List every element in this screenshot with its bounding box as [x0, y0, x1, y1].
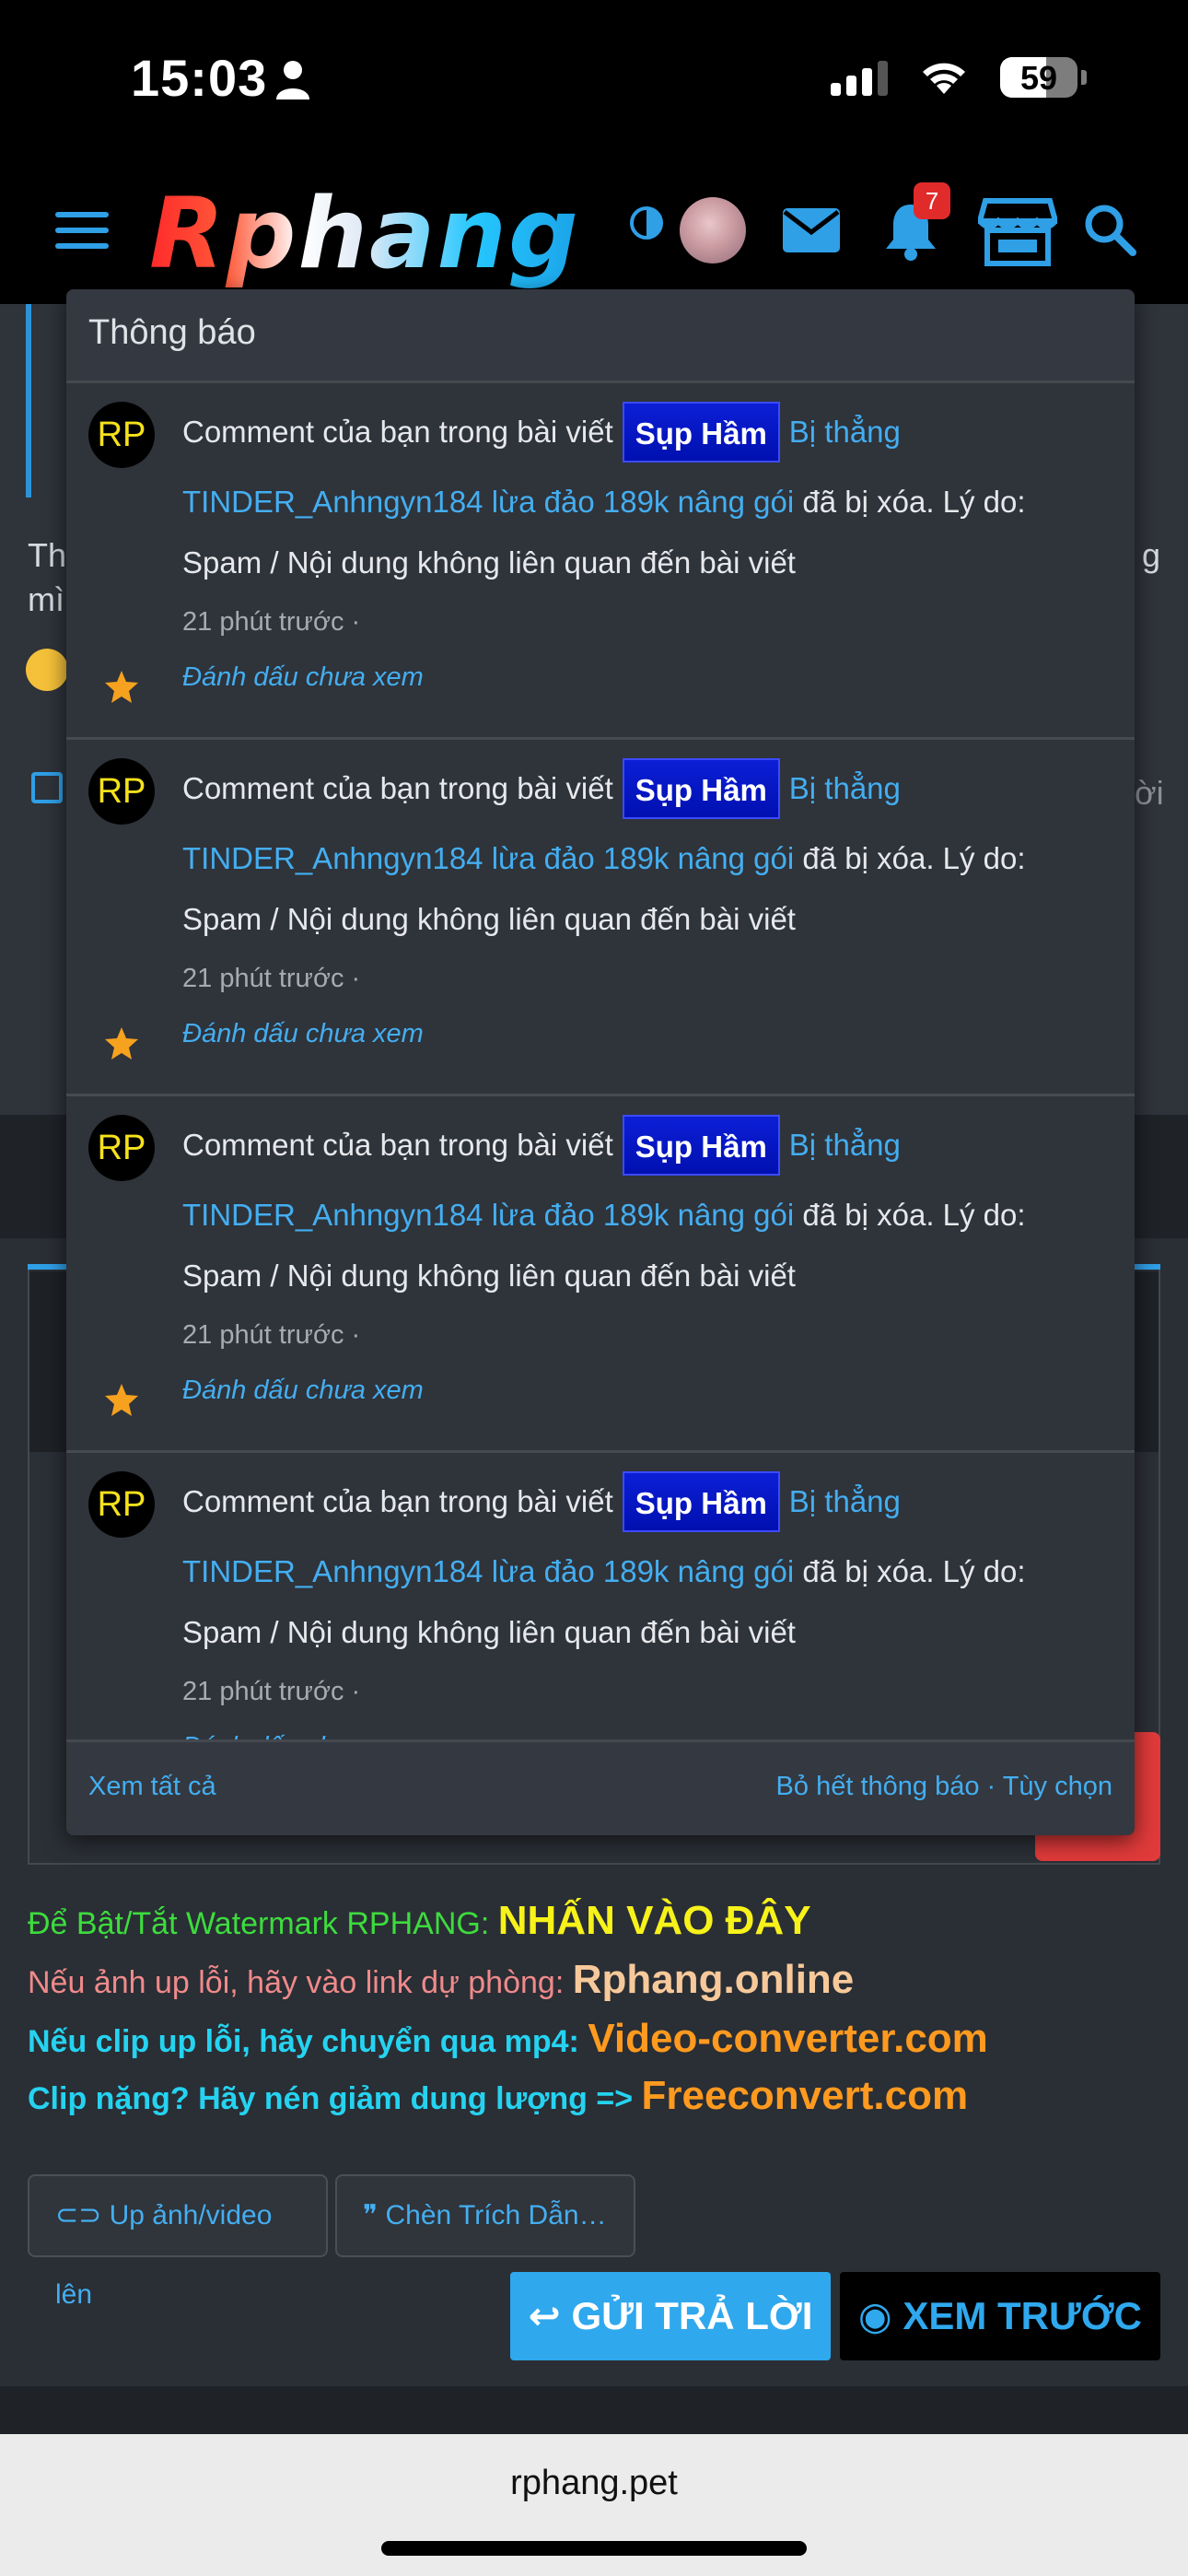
background-text: g — [1142, 536, 1161, 574]
popup-footer: Xem tất cả Bỏ hết thông báo · Tùy chọn — [66, 1739, 1135, 1835]
background-text: mì — [28, 580, 64, 618]
notification-item[interactable]: RP Comment của bạn trong bài viết Sụp Hầ… — [66, 1096, 1135, 1453]
page: 15:03 59 Rphang 7 Th mì g ời Thông báo R… — [0, 0, 1188, 2576]
compress-label: Clip nặng? Hãy nén giảm dung lượng => — [28, 2081, 634, 2116]
thread-title-link[interactable]: Bị thẳng — [789, 1484, 901, 1519]
store-icon[interactable] — [978, 197, 1057, 267]
thread-prefix-tag[interactable]: Sụp Hầm — [622, 758, 780, 819]
site-header: Rphang — [0, 166, 1188, 304]
notification-item[interactable]: RP Comment của bạn trong bài viết Sụp Hầ… — [66, 383, 1135, 740]
mark-unread-link[interactable]: Đánh dấu chưa xem — [182, 649, 1112, 706]
thread-prefix-tag[interactable]: Sụp Hầm — [622, 402, 780, 463]
avatar[interactable]: RP — [88, 402, 155, 468]
notification-time: 21 phút trước · — [182, 964, 361, 993]
status-bar: 15:03 59 — [0, 0, 1188, 166]
notification-prefix: Comment của bạn trong bài viết — [182, 771, 613, 805]
background-text: ời — [1135, 774, 1164, 812]
thread-title-link[interactable]: Bị thẳng — [789, 415, 901, 450]
mark-unread-link[interactable]: Đánh dấu chưa xem — [182, 1362, 1112, 1419]
battery-level: 59 — [1019, 59, 1058, 97]
person-icon — [276, 61, 309, 100]
site-logo[interactable]: Rphang — [149, 177, 580, 290]
wifi-icon — [923, 63, 965, 94]
preview-button[interactable]: ◉ XEM TRƯỚC — [840, 2272, 1160, 2360]
avatar[interactable]: RP — [88, 1115, 155, 1181]
insert-quote-button[interactable]: ❞ Chèn Trích Dẫn… — [335, 2174, 635, 2257]
star-icon — [105, 1384, 138, 1416]
notification-item[interactable]: RP Comment của bạn trong bài viết Sụp Hầ… — [66, 740, 1135, 1096]
status-indicators: 59 — [831, 57, 1087, 98]
avatar[interactable]: RP — [88, 758, 155, 825]
notification-item[interactable]: RP Comment của bạn trong bài viết Sụp Hầ… — [66, 1453, 1135, 1739]
watermark-line: Để Bật/Tắt Watermark RPHANG: NHẤN VÀO ĐÂ… — [28, 1898, 811, 1944]
mark-unread-link[interactable]: Đánh dấu chưa xem — [182, 1718, 1112, 1739]
preview-label: XEM TRƯỚC — [903, 2294, 1142, 2337]
notification-list: RP Comment của bạn trong bài viết Sụp Hầ… — [66, 383, 1135, 1739]
home-indicator[interactable] — [381, 2541, 807, 2556]
background-text: Th — [28, 536, 67, 574]
notification-time: 21 phút trước · — [182, 1677, 361, 1706]
notification-popup: Thông báo RP Comment của bạn trong bài v… — [66, 289, 1135, 1835]
theme-toggle-icon[interactable] — [628, 205, 665, 241]
browser-address-bar: rphang.pet — [0, 2434, 1188, 2576]
quote-bar — [26, 304, 31, 498]
notification-prefix: Comment của bạn trong bài viết — [182, 1128, 613, 1162]
avatar[interactable]: RP — [88, 1471, 155, 1538]
watermark-link[interactable]: NHẤN VÀO ĐÂY — [498, 1898, 811, 1943]
quote-icon: ❞ — [363, 2200, 386, 2231]
battery-icon: 59 — [1000, 57, 1077, 98]
select-checkbox[interactable] — [31, 772, 63, 803]
notification-user-link[interactable]: TINDER_Anhngyn184 lừa đảo 189k nâng gói — [182, 841, 794, 875]
thread-title-link[interactable]: Bị thẳng — [789, 771, 901, 806]
avatar[interactable] — [680, 197, 746, 263]
menu-icon[interactable] — [55, 212, 109, 252]
compress-line: Clip nặng? Hãy nén giảm dung lượng => Fr… — [28, 2073, 968, 2119]
clip-convert-line: Nếu clip up lỗi, hãy chuyển qua mp4: Vid… — [28, 2016, 988, 2062]
mark-unread-link[interactable]: Đánh dấu chưa xem — [182, 1005, 1112, 1062]
watermark-label: Để Bật/Tắt Watermark RPHANG: — [28, 1906, 490, 1941]
footer-strip — [0, 2386, 1188, 2434]
star-icon — [105, 1027, 138, 1060]
eye-icon: ◉ — [858, 2294, 903, 2337]
notification-time: 21 phút trước · — [182, 607, 361, 637]
url-text[interactable]: rphang.pet — [0, 2464, 1188, 2503]
backup-link-line: Nếu ảnh up lỗi, hãy vào link dự phòng: R… — [28, 1957, 854, 2003]
reply-arrow-icon: ↩ — [528, 2294, 572, 2337]
notification-prefix: Comment của bạn trong bài viết — [182, 1484, 613, 1518]
notification-count-badge: 7 — [914, 182, 950, 219]
mail-icon[interactable] — [781, 206, 842, 254]
clip-label: Nếu clip up lỗi, hãy chuyển qua mp4: — [28, 2024, 579, 2059]
dismiss-options-links[interactable]: Bỏ hết thông báo · Tùy chọn — [776, 1772, 1112, 1802]
thread-title-link[interactable]: Bị thẳng — [789, 1128, 901, 1163]
star-icon — [105, 671, 138, 703]
search-icon[interactable] — [1083, 203, 1136, 256]
clip-link[interactable]: Video-converter.com — [588, 2016, 987, 2061]
send-label: GỬI TRẢ LỜI — [571, 2294, 813, 2337]
cellular-signal-icon — [831, 59, 888, 96]
backup-label: Nếu ảnh up lỗi, hãy vào link dự phòng: — [28, 1965, 565, 2000]
view-all-link[interactable]: Xem tất cả — [88, 1772, 216, 1802]
thread-prefix-tag[interactable]: Sụp Hầm — [622, 1471, 780, 1532]
notification-user-link[interactable]: TINDER_Anhngyn184 lừa đảo 189k nâng gói — [182, 1554, 794, 1588]
quote-label: Chèn Trích Dẫn… — [385, 2200, 607, 2231]
backup-link[interactable]: Rphang.online — [573, 1957, 855, 2002]
send-reply-button[interactable]: ↩ GỬI TRẢ LỜI — [510, 2272, 831, 2360]
notification-user-link[interactable]: TINDER_Anhngyn184 lừa đảo 189k nâng gói — [182, 1198, 794, 1232]
compress-link[interactable]: Freeconvert.com — [642, 2073, 969, 2118]
notification-prefix: Comment của bạn trong bài viết — [182, 415, 613, 449]
status-time: 15:03 — [131, 49, 268, 107]
emoji-reaction-icon[interactable] — [26, 649, 68, 691]
thread-prefix-tag[interactable]: Sụp Hầm — [622, 1115, 780, 1176]
popup-title: Thông báo — [66, 289, 1135, 383]
link-icon: ⊂⊃ — [55, 2200, 110, 2231]
upload-media-button[interactable]: ⊂⊃ Up ảnh/video lên — [28, 2174, 328, 2310]
notification-user-link[interactable]: TINDER_Anhngyn184 lừa đảo 189k nâng gói — [182, 485, 794, 519]
notification-time: 21 phút trước · — [182, 1320, 361, 1350]
